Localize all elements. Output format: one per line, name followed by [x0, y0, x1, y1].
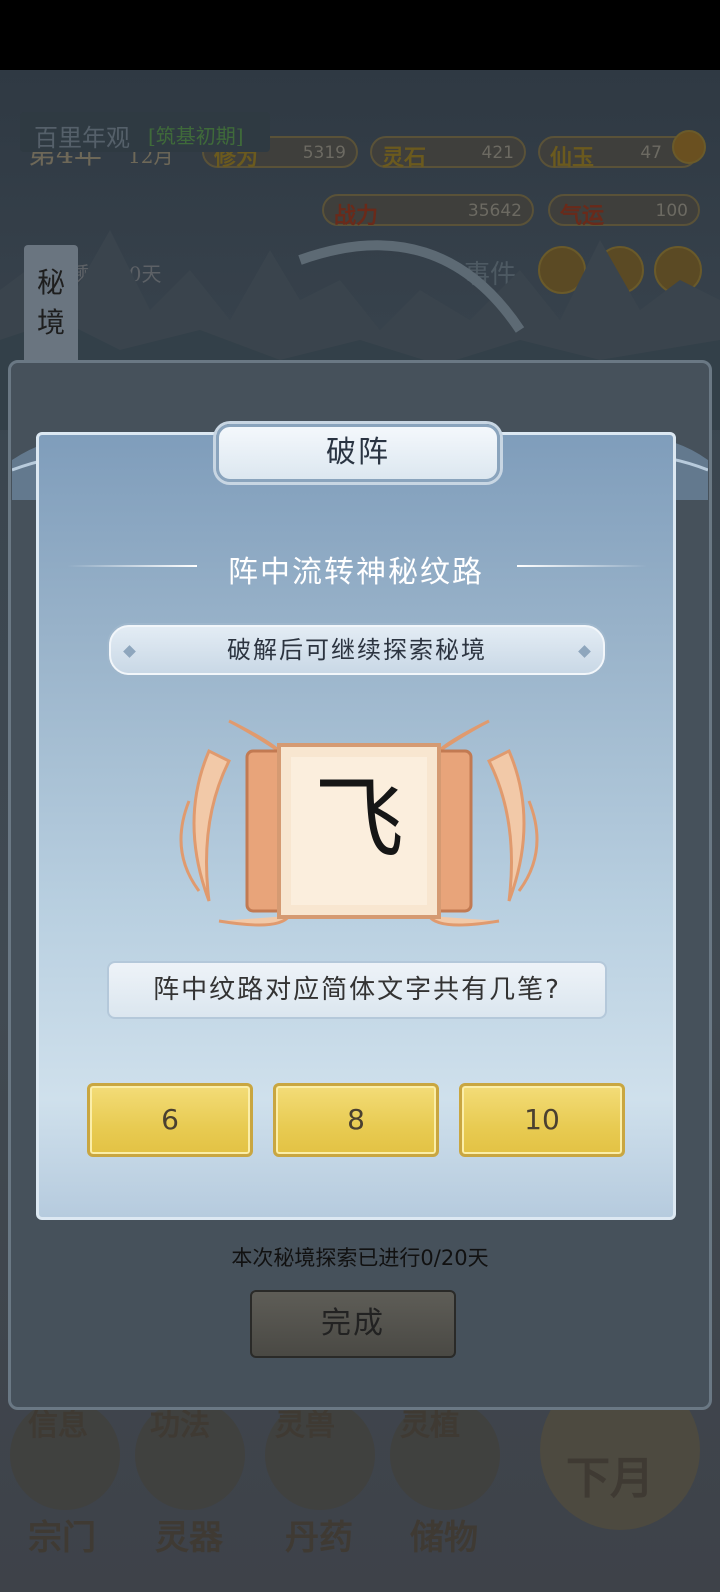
answer-option-8[interactable]: 8 [273, 1083, 439, 1157]
option-label: 8 [347, 1103, 365, 1136]
question-text: 阵中纹路对应简体文字共有几笔? [153, 975, 561, 1005]
player-realm: [筑基初期] [148, 124, 244, 148]
glyph-character: 飞 [314, 767, 404, 872]
puzzle-panel: 阵中流转神秘纹路 破解后可继续探索秘境 飞 阵中纹路对应简体文字共有几笔? 6 … [36, 432, 676, 1220]
resource-spirit-stone: 灵石 421 [370, 136, 526, 171]
nav-sect[interactable]: 宗门 [28, 1510, 96, 1559]
resource-value: 47 [640, 143, 662, 163]
side-tag-char: 秘 [36, 266, 65, 299]
hint-text: 破解后可继续探索秘境 [227, 636, 487, 664]
subtitle-right-line [517, 565, 647, 567]
resource-value: 5319 [302, 143, 346, 163]
diamond-icon [578, 645, 591, 658]
secret-realm-tag[interactable]: 秘 境 [24, 245, 78, 365]
dialog-title-plaque: 破阵 [216, 424, 500, 482]
player-name-plate: 百里年观 [筑基初期] [20, 112, 270, 152]
diamond-icon [123, 645, 136, 658]
next-month-button[interactable]: 下月 [566, 1442, 654, 1506]
player-name: 百里年观 [34, 124, 130, 152]
resource-label: 仙玉 [550, 145, 595, 171]
exploration-progress: 本次秘境探索已进行0/20天 [231, 1246, 489, 1270]
done-button[interactable]: 完成 [250, 1290, 456, 1358]
add-jade-button[interactable] [672, 130, 706, 164]
option-label: 10 [524, 1103, 560, 1136]
resource-label: 灵石 [382, 145, 427, 171]
nav-pill[interactable]: 丹药 [285, 1510, 353, 1559]
answer-option-10[interactable]: 10 [459, 1083, 625, 1157]
answer-option-6[interactable]: 6 [87, 1083, 253, 1157]
nav-artifact[interactable]: 灵器 [155, 1510, 223, 1559]
nav-storage[interactable]: 储物 [410, 1510, 478, 1559]
done-button-label: 完成 [321, 1306, 385, 1341]
question-box: 阵中纹路对应简体文字共有几笔? [107, 961, 607, 1019]
hint-banner: 破解后可继续探索秘境 [109, 625, 605, 675]
option-label: 6 [161, 1103, 179, 1136]
dialog-title: 破阵 [326, 435, 390, 470]
side-tag-char: 境 [36, 306, 65, 339]
puzzle-subtitle: 阵中流转神秘纹路 [228, 555, 484, 590]
resource-value: 421 [481, 143, 514, 163]
